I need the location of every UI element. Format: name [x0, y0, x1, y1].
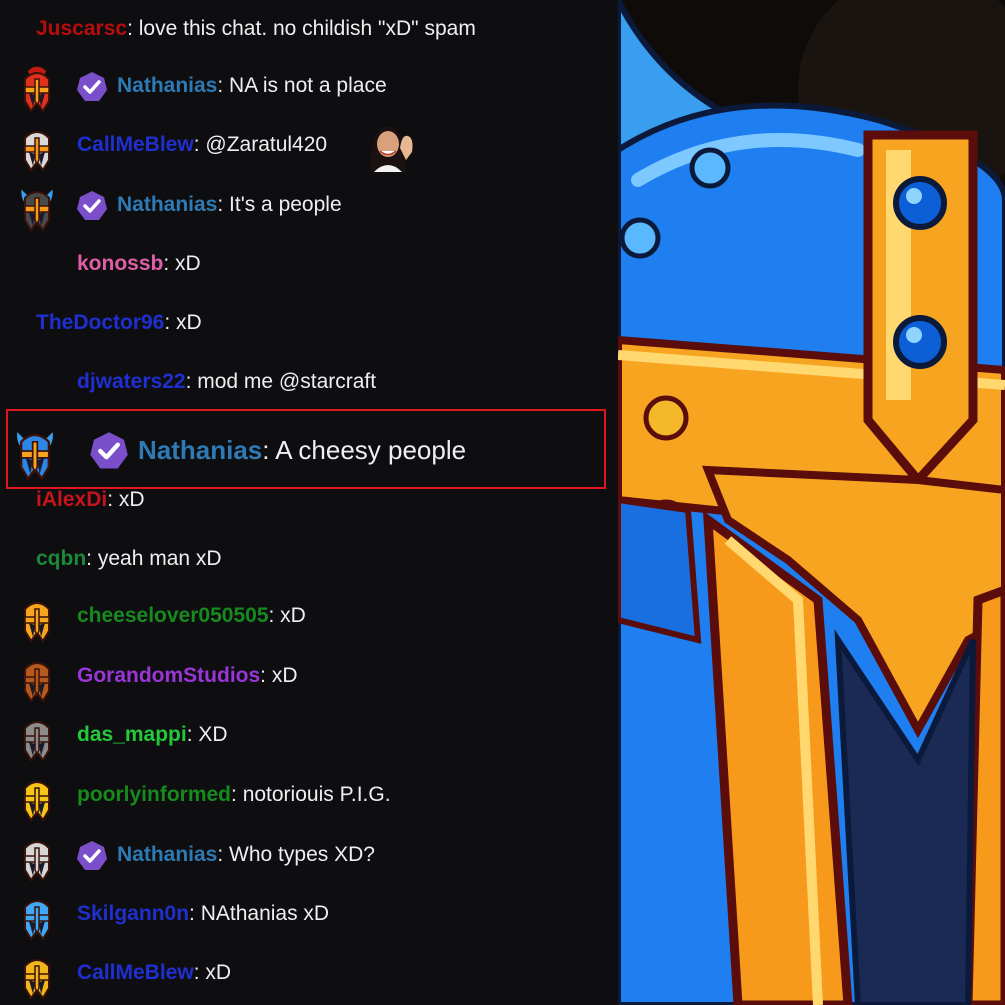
chat-username[interactable]: Nathanias	[117, 843, 217, 866]
chat-username[interactable]: konossb	[77, 252, 163, 275]
gray-helmet-icon	[17, 710, 57, 762]
message-line: Juscarsc: love this chat. no childish "x…	[36, 17, 476, 41]
username-separator: :	[107, 487, 119, 511]
message-line: Skilgann0n: NAthanias xD	[77, 902, 329, 926]
message-line: das_mappi: XD	[77, 723, 228, 747]
message-line: cqbn: yeah man xD	[36, 547, 222, 571]
message-line: CallMeBlew: @Zaratul420	[77, 133, 327, 157]
chat-message: das_mappi: XD	[0, 706, 618, 765]
chat-message: Nathanias: NA is not a place	[0, 57, 618, 116]
chat-username[interactable]: Juscarsc	[36, 17, 127, 40]
chat-message: Juscarsc: love this chat. no childish "x…	[0, 0, 618, 59]
username-separator: :	[86, 546, 98, 570]
chat-username[interactable]: poorlyinformed	[77, 783, 231, 806]
chat-message: Nathanias: Who types XD?	[0, 826, 618, 885]
message-text: xD	[175, 251, 201, 275]
helmet-logo-art	[618, 0, 1005, 1005]
message-line: iAlexDi: xD	[36, 488, 145, 512]
silver-knight-helmet-icon	[17, 120, 57, 172]
message-line: Nathanias: It's a people	[117, 193, 342, 217]
chat-username[interactable]: das_mappi	[77, 723, 187, 746]
username-separator: :	[186, 722, 199, 746]
username-separator: :	[217, 73, 230, 97]
chat-username[interactable]: CallMeBlew	[77, 133, 194, 156]
chat-message: konossb: xD	[0, 235, 618, 294]
chat-message: Skilgann0n: NAthanias xD	[0, 885, 618, 944]
chat-username[interactable]: iAlexDi	[36, 488, 107, 511]
silver-helmet-icon	[17, 830, 57, 882]
chat-message: CallMeBlew: @Zaratul420	[0, 116, 618, 175]
message-text: Who types XD?	[229, 842, 375, 866]
highlighted-message-outline	[6, 409, 606, 489]
chat-message: GorandomStudios: xD	[0, 647, 618, 706]
chat-username[interactable]: Nathanias	[117, 193, 217, 216]
chat-username[interactable]: GorandomStudios	[77, 664, 260, 687]
message-text: xD	[205, 960, 232, 984]
verified-badge-icon	[76, 840, 108, 872]
message-text: It's a people	[229, 192, 342, 216]
message-text: xD	[118, 487, 145, 511]
message-text: @Zaratul420	[205, 132, 328, 156]
chat-username[interactable]: cheeselover050505	[77, 604, 269, 627]
verified-badge-icon	[76, 71, 108, 103]
chat-username[interactable]: Skilgann0n	[77, 902, 189, 925]
message-text: xD	[280, 603, 306, 627]
chat-message: djwaters22: mod me @starcraft	[0, 353, 618, 412]
message-text: notoriouis P.I.G.	[242, 782, 391, 806]
message-line: poorlyinformed: notoriouis P.I.G.	[77, 783, 391, 807]
small-gold-helmet-icon	[17, 948, 57, 1000]
chat-panel: Juscarsc: love this chat. no childish "x…	[0, 0, 618, 1005]
waving-woman-emote-icon	[362, 118, 416, 172]
username-separator: :	[193, 960, 206, 984]
message-line: cheeselover050505: xD	[77, 604, 306, 628]
message-text: love this chat. no childish "xD" spam	[138, 16, 476, 40]
message-line: Nathanias: Who types XD?	[117, 843, 375, 867]
chat-message: TheDoctor96: xD	[0, 294, 618, 353]
chat-username[interactable]: CallMeBlew	[77, 961, 194, 984]
username-separator: :	[163, 251, 176, 275]
message-line: TheDoctor96: xD	[36, 311, 202, 335]
chat-message: poorlyinformed: notoriouis P.I.G.	[0, 766, 618, 825]
message-line: konossb: xD	[77, 252, 201, 276]
chat-username[interactable]: TheDoctor96	[36, 311, 164, 334]
message-text: yeah man xD	[97, 546, 222, 570]
verified-badge-icon	[76, 190, 108, 222]
message-text: XD	[198, 722, 228, 746]
red-spartan-helmet-icon	[17, 61, 57, 113]
chat-message: cqbn: yeah man xD	[0, 530, 618, 589]
username-separator: :	[189, 901, 201, 925]
username-separator: :	[217, 192, 230, 216]
username-separator: :	[217, 842, 230, 866]
chat-username[interactable]: cqbn	[36, 547, 86, 570]
message-text: xD	[271, 663, 298, 687]
chat-username[interactable]: djwaters22	[77, 370, 186, 393]
message-line: CallMeBlew: xD	[77, 961, 231, 985]
username-separator: :	[268, 603, 281, 627]
chat-message: CallMeBlew: xD	[0, 944, 618, 1003]
username-separator: :	[231, 782, 243, 806]
yellow-helmet-icon	[17, 770, 57, 822]
username-separator: :	[127, 16, 139, 40]
chat-message: Nathanias: It's a people	[0, 176, 618, 235]
chat-message: cheeselover050505: xD	[0, 587, 618, 646]
username-separator: :	[164, 310, 177, 334]
message-text: mod me @starcraft	[197, 369, 377, 393]
horned-viking-helmet-icon	[17, 180, 57, 232]
username-separator: :	[260, 663, 272, 687]
message-text: xD	[176, 310, 202, 334]
username-separator: :	[193, 132, 206, 156]
message-text: NAthanias xD	[200, 901, 330, 925]
gold-helmet-icon	[17, 591, 57, 643]
blue-helmet-icon	[17, 889, 57, 941]
message-text: NA is not a place	[229, 73, 387, 97]
viking-helmet-logo-icon	[618, 0, 1005, 1005]
bronze-helmet-icon	[17, 651, 57, 703]
chat-username[interactable]: Nathanias	[117, 74, 217, 97]
message-line: djwaters22: mod me @starcraft	[77, 370, 376, 394]
message-line: GorandomStudios: xD	[77, 664, 298, 688]
message-line: Nathanias: NA is not a place	[117, 74, 387, 98]
username-separator: :	[185, 369, 198, 393]
